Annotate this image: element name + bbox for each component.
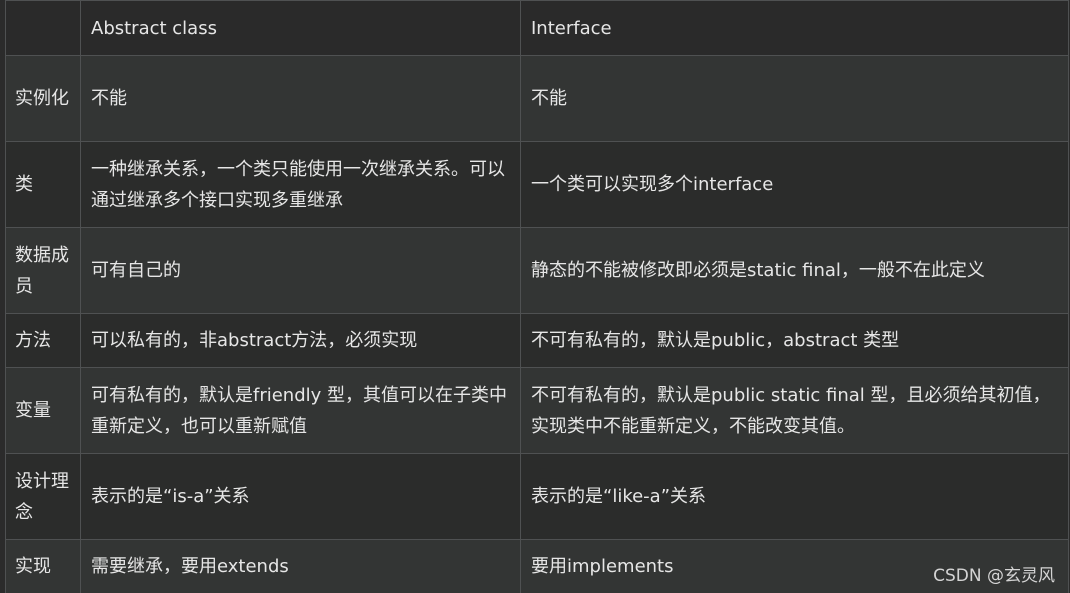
table-row: 数据成员 可有自己的 静态的不能被修改即必须是static final，一般不在…	[5, 227, 1069, 314]
csdn-watermark: CSDN @玄灵风	[933, 566, 1055, 586]
table-row: 设计理念 表示的是“is-a”关系 表示的是“like-a”关系	[5, 453, 1069, 540]
interface-cell: 一个类可以实现多个interface	[520, 141, 1069, 228]
table-row: 类 一种继承关系，一个类只能使用一次继承关系。可以通过继承多个接口实现多重继承 …	[5, 141, 1069, 228]
table-row: 方法 可以私有的，非abstract方法，必须实现 不可有私有的，默认是publ…	[5, 313, 1069, 368]
row-label: 变量	[5, 367, 81, 454]
table-row: 实现 需要继承，要用extends 要用implements	[5, 539, 1069, 593]
row-label: 设计理念	[5, 453, 81, 540]
table-row: 变量 可有私有的，默认是friendly 型，其值可以在子类中重新定义，也可以重…	[5, 367, 1069, 454]
interface-cell: 不可有私有的，默认是public，abstract 类型	[520, 313, 1069, 368]
abstract-cell: 一种继承关系，一个类只能使用一次继承关系。可以通过继承多个接口实现多重继承	[80, 141, 521, 228]
interface-cell: 静态的不能被修改即必须是static final，一般不在此定义	[520, 227, 1069, 314]
interface-cell: 不可有私有的，默认是public static final 型，且必须给其初值，…	[520, 367, 1069, 454]
interface-cell: 不能	[520, 55, 1069, 142]
header-row: Abstract class Interface	[5, 0, 1069, 56]
interface-cell: 表示的是“like-a”关系	[520, 453, 1069, 540]
table-row: 实例化 不能 不能	[5, 55, 1069, 142]
row-label: 实现	[5, 539, 81, 593]
row-label: 方法	[5, 313, 81, 368]
abstract-cell: 需要继承，要用extends	[80, 539, 521, 593]
row-label: 类	[5, 141, 81, 228]
abstract-cell: 可有私有的，默认是friendly 型，其值可以在子类中重新定义，也可以重新赋值	[80, 367, 521, 454]
header-corner	[5, 0, 81, 56]
row-label: 数据成员	[5, 227, 81, 314]
abstract-cell: 不能	[80, 55, 521, 142]
abstract-cell: 可以私有的，非abstract方法，必须实现	[80, 313, 521, 368]
comparison-table: Abstract class Interface 实例化 不能 不能 类 一种继…	[5, 0, 1069, 593]
abstract-cell: 可有自己的	[80, 227, 521, 314]
row-label: 实例化	[5, 55, 81, 142]
header-abstract-class: Abstract class	[80, 0, 521, 56]
abstract-cell: 表示的是“is-a”关系	[80, 453, 521, 540]
header-interface: Interface	[520, 0, 1069, 56]
